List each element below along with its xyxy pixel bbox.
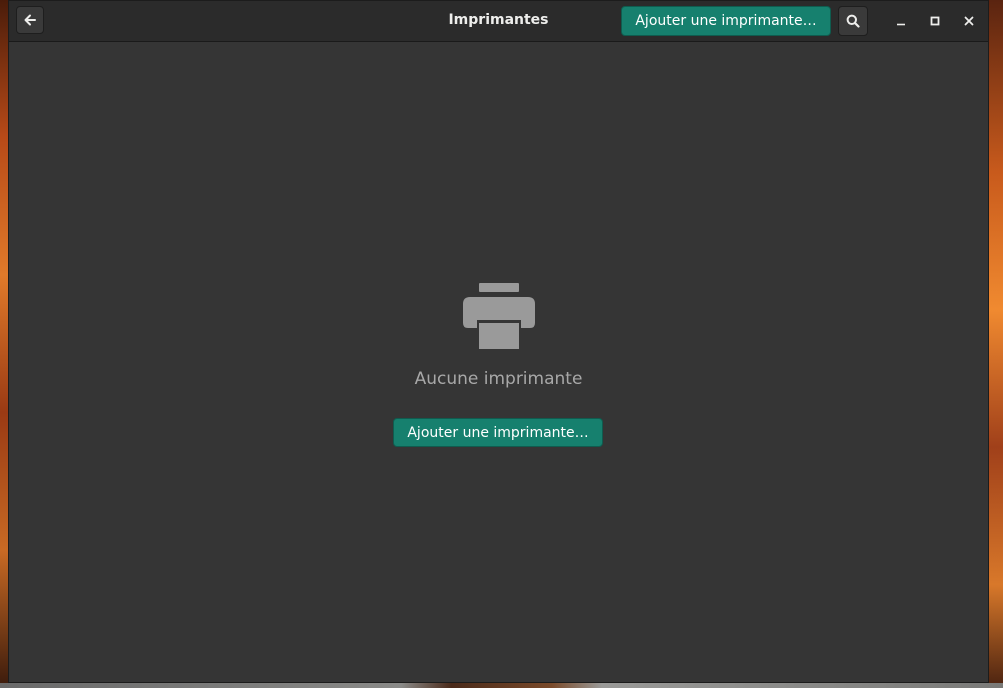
headerbar: Imprimantes Ajouter une imprimante… <box>9 1 988 42</box>
close-button[interactable] <box>956 8 982 34</box>
printer-icon <box>463 283 535 349</box>
close-icon <box>964 16 974 26</box>
minimize-icon <box>897 23 905 26</box>
search-icon <box>846 14 860 28</box>
desktop-wallpaper-right <box>989 0 1003 688</box>
add-printer-button[interactable]: Ajouter une imprimante… <box>621 6 831 36</box>
add-printer-center-button[interactable]: Ajouter une imprimante… <box>393 418 603 447</box>
arrow-left-icon <box>24 14 36 26</box>
printers-window: Imprimantes Ajouter une imprimante… Aucu… <box>8 0 989 683</box>
maximize-button[interactable] <box>922 8 948 34</box>
minimize-button[interactable] <box>888 8 914 34</box>
search-button[interactable] <box>838 6 868 36</box>
empty-state: Aucune imprimante Ajouter une imprimante… <box>9 42 988 682</box>
desktop-wallpaper-left <box>0 0 8 688</box>
back-button[interactable] <box>16 6 44 34</box>
desktop-wallpaper-bottom <box>0 683 1003 688</box>
empty-state-message: Aucune imprimante <box>414 369 583 389</box>
maximize-icon <box>930 16 940 26</box>
